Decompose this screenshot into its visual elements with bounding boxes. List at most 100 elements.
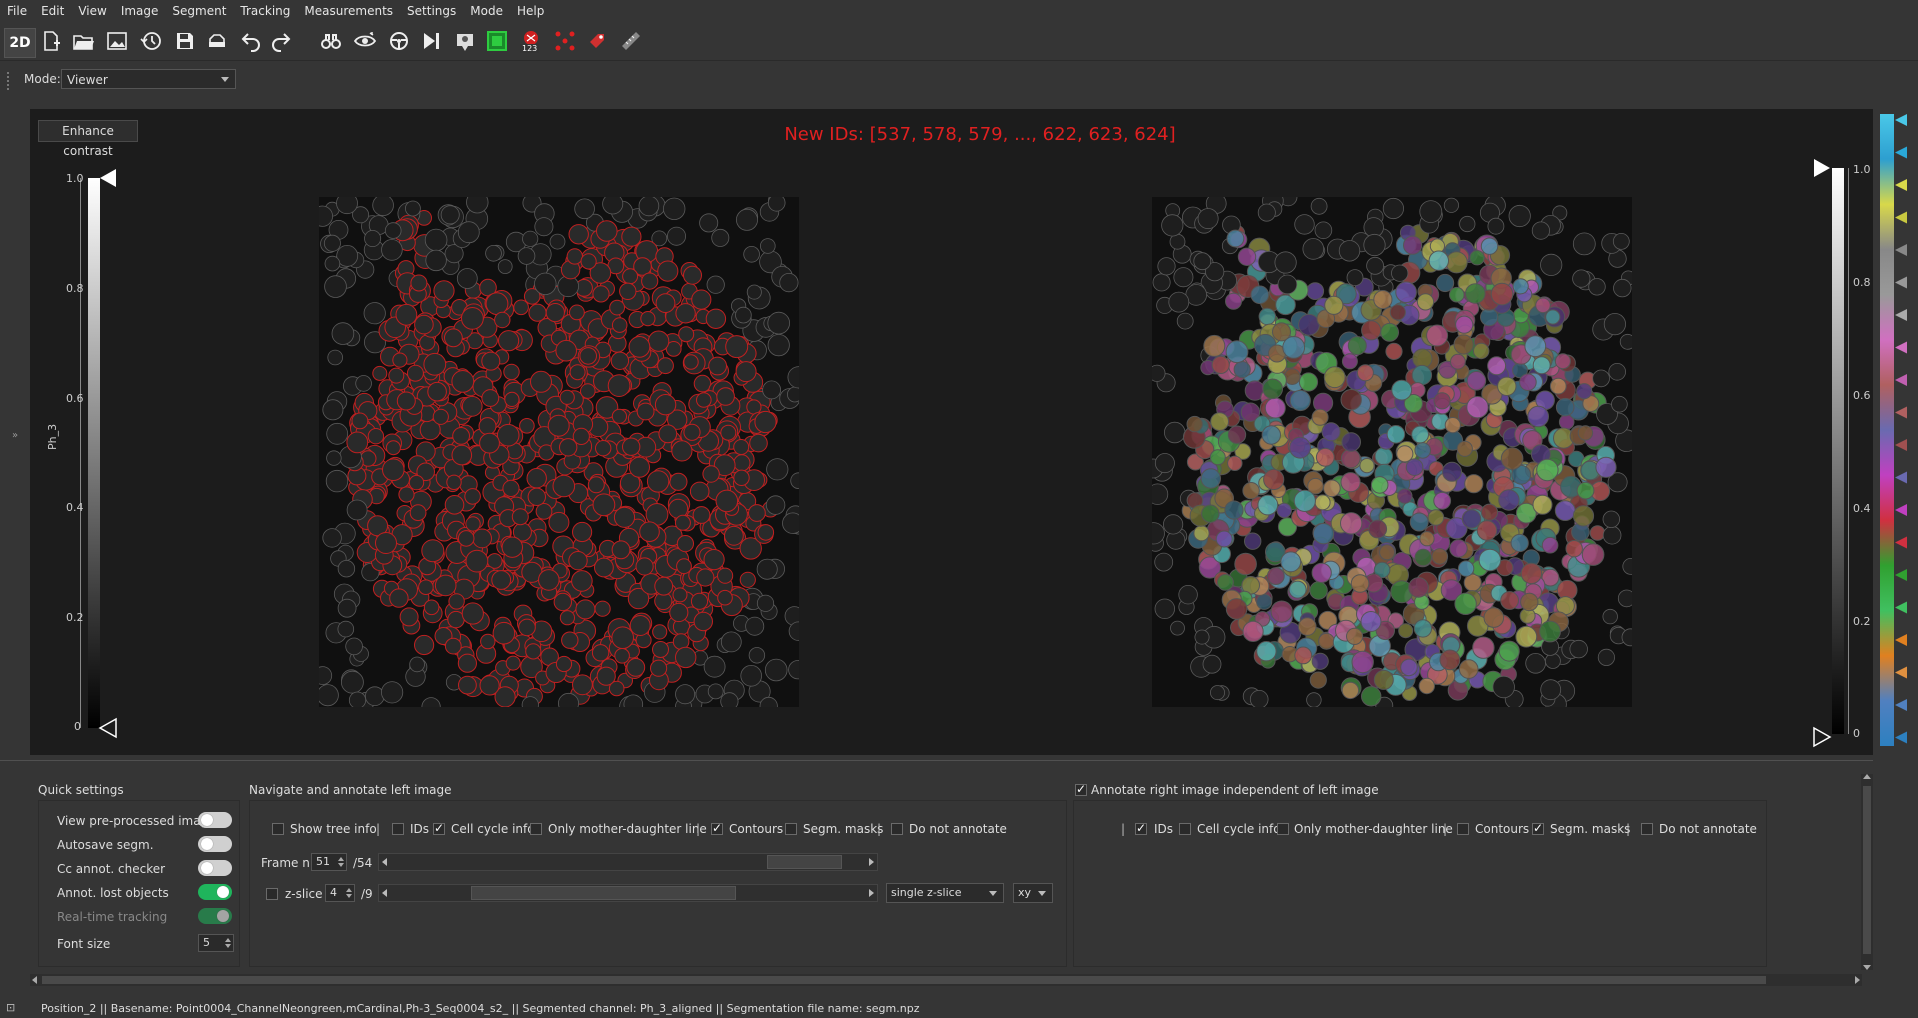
toolbar-grip[interactable] bbox=[7, 72, 12, 90]
qs-autosave-toggle[interactable] bbox=[198, 836, 232, 852]
qs-annot-lost-toggle[interactable] bbox=[198, 884, 232, 900]
colormap-handle-icon[interactable] bbox=[1895, 471, 1907, 484]
left-ids-checkbox[interactable] bbox=[392, 823, 404, 835]
new-file-icon[interactable] bbox=[38, 28, 64, 54]
left-do-not-annotate-checkbox[interactable] bbox=[891, 823, 903, 835]
right-ids-checkbox[interactable] bbox=[1135, 821, 1147, 835]
right-do-not-annotate-checkbox[interactable] bbox=[1641, 823, 1653, 835]
colormap-handle-icon[interactable] bbox=[1895, 634, 1907, 646]
bottom-panel-vertical-scrollbar[interactable] bbox=[1861, 774, 1873, 970]
horizontal-scrollbar-thumb[interactable] bbox=[42, 976, 1766, 984]
scroll-down-arrow-icon[interactable] bbox=[1863, 965, 1871, 970]
menu-help[interactable]: Help bbox=[510, 0, 551, 22]
colormap-handle-icon[interactable] bbox=[1895, 341, 1907, 354]
right-segm-masks-checkbox[interactable] bbox=[1532, 821, 1544, 835]
zslice-slider-handle[interactable] bbox=[471, 886, 736, 900]
menu-tracking[interactable]: Tracking bbox=[233, 0, 297, 22]
right-image-canvas[interactable] bbox=[1152, 197, 1632, 707]
menu-image[interactable]: Image bbox=[114, 0, 166, 22]
terminal-icon[interactable]: ⊡ bbox=[6, 1001, 15, 1014]
menu-segment[interactable]: Segment bbox=[165, 0, 233, 22]
eye-icon[interactable] bbox=[352, 28, 378, 54]
right-contours-checkbox[interactable] bbox=[1457, 823, 1469, 835]
menu-settings[interactable]: Settings bbox=[400, 0, 463, 22]
left-colorbar-max-handle[interactable] bbox=[98, 166, 122, 190]
zslice-spinbox[interactable]: 4 bbox=[325, 884, 355, 902]
projection-select[interactable]: xy bbox=[1013, 883, 1053, 903]
redo-icon[interactable] bbox=[268, 28, 294, 54]
colormap-handle-icon[interactable] bbox=[1895, 114, 1907, 126]
points-icon[interactable] bbox=[552, 28, 578, 54]
left-segm-masks-checkbox[interactable] bbox=[785, 823, 797, 835]
right-mother-daughter-checkbox[interactable] bbox=[1277, 823, 1289, 835]
menu-file[interactable]: File bbox=[0, 0, 34, 22]
colormap-handle-icon[interactable] bbox=[1895, 699, 1907, 711]
colormap-handle-icon[interactable] bbox=[1895, 276, 1907, 289]
colormap-handle-icon[interactable] bbox=[1895, 569, 1907, 581]
enhance-contrast-button[interactable]: Enhance contrast bbox=[38, 120, 138, 158]
binoculars-icon[interactable] bbox=[318, 28, 344, 54]
colormap-handle-icon[interactable] bbox=[1895, 406, 1907, 419]
show-tree-info-checkbox[interactable] bbox=[272, 823, 284, 835]
cloud-icon[interactable] bbox=[204, 28, 230, 54]
qs-view-preprocessed-toggle[interactable] bbox=[198, 812, 232, 828]
right-cell-cycle-info-checkbox[interactable] bbox=[1179, 823, 1191, 835]
frame-slider-handle[interactable] bbox=[767, 855, 842, 869]
frame-slider[interactable] bbox=[378, 853, 878, 871]
open-folder-icon[interactable] bbox=[70, 28, 96, 54]
right-colorbar-max-handle[interactable] bbox=[1810, 156, 1834, 180]
next-frame-icon[interactable] bbox=[418, 28, 444, 54]
repeat-segmentation-icon[interactable] bbox=[484, 28, 510, 54]
left-contours-checkbox[interactable] bbox=[711, 821, 723, 835]
scroll-right-arrow-icon[interactable] bbox=[1855, 976, 1860, 984]
mode-select[interactable]: Viewer bbox=[61, 69, 236, 89]
colormap-handle-icon[interactable] bbox=[1895, 439, 1907, 451]
left-colorbar-min-handle[interactable] bbox=[98, 716, 122, 740]
left-mother-daughter-checkbox[interactable] bbox=[530, 823, 542, 835]
slider-right-arrow-icon[interactable] bbox=[869, 889, 874, 897]
colormap-handle-icon[interactable] bbox=[1895, 731, 1907, 744]
assign-ids-icon[interactable]: 123 bbox=[516, 28, 546, 54]
menu-edit[interactable]: Edit bbox=[34, 0, 71, 22]
menu-measurements[interactable]: Measurements bbox=[297, 0, 400, 22]
toggle-2d-button[interactable]: 2D bbox=[4, 28, 36, 58]
slider-left-arrow-icon[interactable] bbox=[382, 889, 387, 897]
undo-icon[interactable] bbox=[238, 28, 264, 54]
zslice-mode-select[interactable]: single z-slice bbox=[886, 883, 1004, 903]
colormap-handle-icon[interactable] bbox=[1895, 504, 1907, 516]
zslice-slider[interactable] bbox=[378, 884, 878, 902]
save-icon[interactable] bbox=[172, 28, 198, 54]
label-colormap-handles[interactable] bbox=[1893, 108, 1915, 758]
label-roi-icon[interactable] bbox=[584, 28, 610, 54]
colormap-handle-icon[interactable] bbox=[1895, 374, 1907, 386]
scroll-left-arrow-icon[interactable] bbox=[32, 976, 37, 984]
colormap-handle-icon[interactable] bbox=[1895, 601, 1907, 614]
steering-wheel-icon[interactable] bbox=[386, 28, 412, 54]
expand-left-panel-icon[interactable]: » bbox=[12, 430, 18, 441]
zslice-checkbox[interactable] bbox=[266, 888, 278, 900]
annotate-right-independent-checkbox[interactable] bbox=[1075, 782, 1087, 796]
qs-realtime-tracking-toggle[interactable] bbox=[198, 908, 232, 924]
slider-right-arrow-icon[interactable] bbox=[869, 858, 874, 866]
bottom-panel-horizontal-scrollbar[interactable] bbox=[30, 974, 1862, 986]
left-image-canvas[interactable] bbox=[319, 197, 799, 707]
scroll-up-arrow-icon[interactable] bbox=[1863, 774, 1871, 779]
slider-left-arrow-icon[interactable] bbox=[382, 858, 387, 866]
colormap-handle-icon[interactable] bbox=[1895, 179, 1907, 191]
colormap-handle-icon[interactable] bbox=[1895, 666, 1907, 679]
colormap-handle-icon[interactable] bbox=[1895, 211, 1907, 224]
colormap-handle-icon[interactable] bbox=[1895, 146, 1907, 159]
menu-mode[interactable]: Mode bbox=[463, 0, 510, 22]
colormap-handle-icon[interactable] bbox=[1895, 536, 1907, 549]
menu-view[interactable]: View bbox=[71, 0, 113, 22]
left-cell-cycle-info-checkbox[interactable] bbox=[433, 821, 445, 835]
frame-spinbox[interactable]: 51 bbox=[311, 853, 347, 871]
manual-annotation-icon[interactable] bbox=[452, 28, 478, 54]
font-size-spinbox[interactable]: 5 bbox=[198, 934, 234, 952]
history-icon[interactable] bbox=[138, 28, 164, 54]
ruler-icon[interactable] bbox=[618, 28, 644, 54]
open-image-icon[interactable] bbox=[104, 28, 130, 54]
colormap-handle-icon[interactable] bbox=[1895, 244, 1907, 256]
vertical-scrollbar-thumb[interactable] bbox=[1863, 786, 1871, 954]
colormap-handle-icon[interactable] bbox=[1895, 309, 1907, 321]
